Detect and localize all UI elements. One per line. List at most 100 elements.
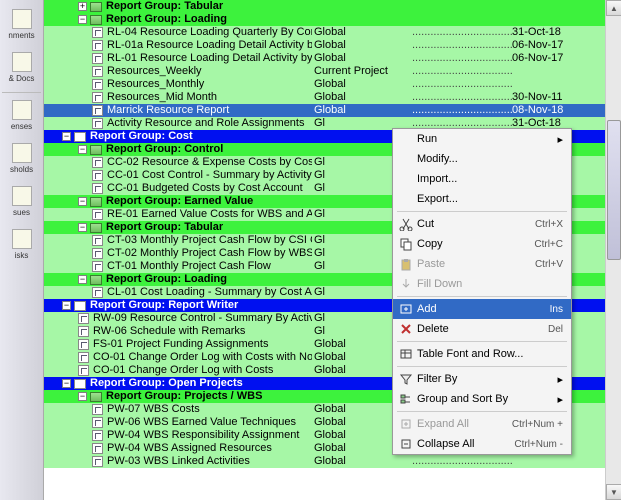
menu-separator (397, 211, 567, 212)
menu-label: Export... (415, 193, 563, 205)
report-icon (92, 261, 103, 272)
menu-item[interactable]: Filter By▸ (393, 369, 571, 389)
expand-toggle[interactable]: − (78, 275, 87, 284)
expand-toggle[interactable]: − (62, 132, 71, 141)
expand-toggle[interactable]: + (78, 2, 87, 11)
expand-toggle[interactable]: − (78, 197, 87, 206)
report-row[interactable]: RL-01 Resource Loading Detail Activity b… (44, 52, 621, 65)
sidebar-item[interactable]: sues (2, 183, 41, 220)
report-row[interactable]: RL-04 Resource Loading Quarterly By Cont… (44, 26, 621, 39)
menu-shortcut: Ins (538, 304, 563, 315)
blank-icon (397, 171, 415, 187)
folder-icon (90, 275, 102, 285)
copy-icon (397, 236, 415, 252)
report-name: PW-03 WBS Linked Activities (107, 455, 250, 468)
report-icon (92, 235, 103, 246)
menu-item[interactable]: Run▸ (393, 129, 571, 149)
menu-item[interactable]: Collapse AllCtrl+Num - (393, 434, 571, 454)
expand-toggle[interactable]: − (78, 223, 87, 232)
submenu-arrow-icon: ▸ (555, 393, 563, 406)
folder-icon (90, 197, 102, 207)
filler-dots: ................................. (412, 91, 512, 104)
group-label: Report Group: Projects / WBS (106, 390, 262, 403)
group-label: Report Group: Loading (106, 273, 227, 286)
date-cell: 06-Nov-17 (512, 39, 592, 52)
report-name: CO-01 Change Order Log with Costs (93, 364, 273, 377)
group-label: Report Group: Tabular (106, 0, 223, 13)
expand-toggle[interactable]: − (62, 379, 71, 388)
group-row[interactable]: + Report Group: Tabular (44, 0, 621, 13)
menu-shortcut: Del (536, 324, 563, 335)
menu-label: Copy (415, 238, 522, 250)
scroll-up-button[interactable]: ▲ (606, 0, 621, 16)
report-name: Activity Resource and Role Assignments (107, 117, 304, 130)
report-icon (92, 287, 103, 298)
expand-toggle[interactable]: − (78, 392, 87, 401)
sidebar-item[interactable]: & Docs (2, 49, 41, 86)
report-name: Resources_Weekly (107, 65, 202, 78)
expand-icon (397, 416, 415, 432)
report-row[interactable]: Marrick Resource ReportGlobal...........… (44, 104, 621, 117)
report-name: CL-01 Cost Loading - Summary by Cost Acc… (107, 286, 312, 299)
expand-toggle[interactable]: − (78, 15, 87, 24)
report-row[interactable]: PW-03 WBS Linked ActivitiesGlobal.......… (44, 455, 621, 468)
sidebar-item[interactable]: enses (2, 97, 41, 134)
filler-dots: ................................. (412, 39, 512, 52)
menu-label: Filter By (415, 373, 555, 385)
vertical-scrollbar[interactable]: ▲ ▼ (605, 0, 621, 500)
menu-label: Import... (415, 173, 563, 185)
menu-item[interactable]: Table Font and Row... (393, 344, 571, 364)
folder-icon (90, 15, 102, 25)
sidebar-item[interactable]: nments (2, 6, 41, 43)
menu-shortcut: Ctrl+Num - (502, 439, 563, 450)
menu-item[interactable]: Modify... (393, 149, 571, 169)
scroll-thumb[interactable] (607, 120, 621, 260)
report-icon (92, 40, 103, 51)
report-name: RE-01 Earned Value Costs for WBS and Act… (107, 208, 312, 221)
menu-label: Group and Sort By (415, 393, 555, 405)
report-name: FS-01 Project Funding Assignments (93, 338, 268, 351)
collapse-icon (397, 436, 415, 452)
filler-dots: ................................. (412, 104, 512, 117)
menu-label: Cut (415, 218, 523, 230)
menu-item[interactable]: DeleteDel (393, 319, 571, 339)
scope-cell: Current Project (312, 65, 412, 78)
group-row[interactable]: −Report Group: Loading (44, 13, 621, 26)
group-label: Report Group: Report Writer (90, 299, 238, 312)
menu-item[interactable]: Group and Sort By▸ (393, 389, 571, 409)
submenu-arrow-icon: ▸ (555, 373, 563, 386)
add-icon (397, 301, 415, 317)
report-row[interactable]: Resources_Mid MonthGlobal...............… (44, 91, 621, 104)
report-icon (92, 92, 103, 103)
report-row[interactable]: Resources_WeeklyCurrent Project.........… (44, 65, 621, 78)
menu-item[interactable]: CutCtrl+X (393, 214, 571, 234)
report-icon (92, 157, 103, 168)
report-row[interactable]: RL-01a Resource Loading Detail Activity … (44, 39, 621, 52)
folder-icon (74, 301, 86, 311)
report-name: CT-03 Monthly Project Cash Flow by CSI C… (107, 234, 312, 247)
sidebar-icon (12, 100, 32, 120)
menu-item[interactable]: Export... (393, 189, 571, 209)
report-row[interactable]: Resources_MonthlyGlobal.................… (44, 78, 621, 91)
report-icon (78, 365, 89, 376)
group-icon (397, 391, 415, 407)
menu-item[interactable]: Import... (393, 169, 571, 189)
sidebar-item[interactable]: isks (2, 226, 41, 263)
expand-toggle[interactable]: − (62, 301, 71, 310)
report-icon (92, 430, 103, 441)
filler-dots: ................................. (412, 78, 512, 91)
menu-item[interactable]: CopyCtrl+C (393, 234, 571, 254)
report-name: CC-01 Cost Control - Summary by Activity (107, 169, 312, 182)
scroll-down-button[interactable]: ▼ (606, 484, 621, 500)
menu-label: Paste (415, 258, 523, 270)
menu-label: Run (415, 133, 555, 145)
expand-toggle[interactable]: − (78, 145, 87, 154)
folder-icon (74, 379, 86, 389)
report-name: RL-01a Resource Loading Detail Activity … (107, 39, 312, 52)
menu-item[interactable]: AddIns (393, 299, 571, 319)
filler-dots: ................................. (412, 455, 512, 468)
sidebar-label: & Docs (9, 74, 35, 83)
sidebar-label: sues (13, 208, 30, 217)
sidebar-item[interactable]: sholds (2, 140, 41, 177)
menu-label: Fill Down (415, 278, 563, 290)
